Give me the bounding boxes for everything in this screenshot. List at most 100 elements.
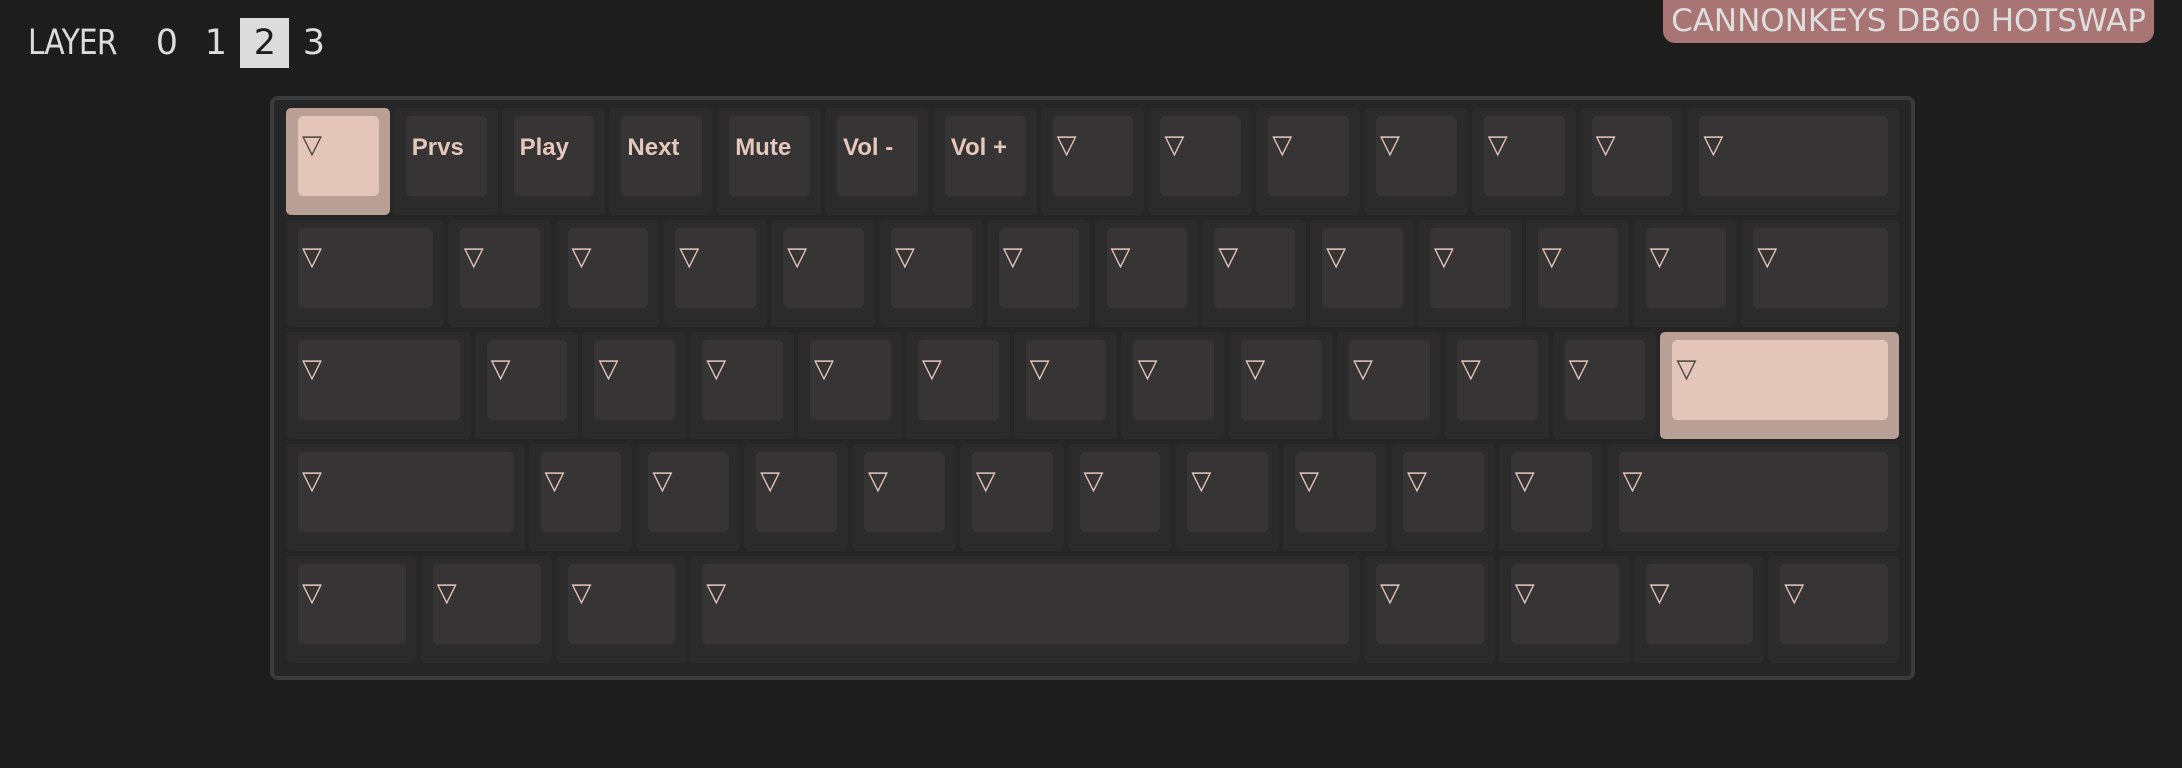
layer-3-button[interactable]: 3 bbox=[289, 18, 338, 68]
layer-1-button[interactable]: 1 bbox=[191, 18, 240, 68]
keycap: ▽ bbox=[298, 452, 514, 532]
key[interactable]: ▽ bbox=[1606, 444, 1899, 551]
key[interactable]: ▽ bbox=[959, 444, 1064, 551]
key[interactable]: ▽ bbox=[1498, 556, 1630, 663]
keycap: ▽ bbox=[1510, 452, 1592, 532]
transparent-key-icon: ▽ bbox=[302, 354, 322, 384]
key[interactable]: ▽ bbox=[582, 332, 687, 439]
keyboard-layout: ▽ Prvs Play Next Mute Vol - Vol + ▽ ▽ ▽ ▽ ▽ ▽ ▽ ▽ ▽ ▽ ▽ ▽ ▽… bbox=[270, 96, 1915, 680]
key[interactable]: Vol + bbox=[932, 108, 1037, 215]
key[interactable]: ▽ bbox=[1687, 108, 1899, 215]
transparent-key-icon: ▽ bbox=[1460, 354, 1481, 384]
keycap: Vol + bbox=[944, 116, 1026, 196]
key[interactable]: ▽ bbox=[1040, 108, 1145, 215]
transparent-key-icon: ▽ bbox=[1083, 466, 1104, 496]
keycap: ▽ bbox=[432, 564, 541, 644]
key[interactable]: ▽ bbox=[447, 220, 552, 327]
key[interactable]: Play bbox=[501, 108, 606, 215]
key[interactable]: ▽ bbox=[690, 556, 1360, 663]
key[interactable]: ▽ bbox=[286, 220, 444, 327]
key-legend: Mute bbox=[735, 134, 792, 161]
key[interactable]: ▽ bbox=[286, 444, 525, 551]
key[interactable]: Mute bbox=[717, 108, 821, 215]
key[interactable]: ▽ bbox=[1741, 220, 1899, 327]
key[interactable]: ▽ bbox=[1175, 444, 1280, 551]
transparent-key-icon: ▽ bbox=[760, 466, 781, 496]
key-legend: Vol + bbox=[950, 134, 1008, 161]
keycap: ▽ bbox=[702, 340, 784, 420]
key[interactable]: Vol - bbox=[825, 108, 929, 215]
key[interactable]: ▽ bbox=[1471, 108, 1576, 215]
keycap: ▽ bbox=[594, 340, 676, 420]
key[interactable]: ▽ bbox=[286, 332, 471, 439]
key[interactable]: ▽ bbox=[1364, 108, 1468, 215]
keycap: ▽ bbox=[783, 228, 864, 308]
key[interactable]: ▽ bbox=[1498, 444, 1603, 551]
keycap: ▽ bbox=[1510, 564, 1619, 644]
key[interactable]: ▽ bbox=[1444, 332, 1549, 439]
keycap: ▽ bbox=[540, 452, 622, 532]
key[interactable]: ▽ bbox=[420, 556, 552, 663]
key[interactable]: ▽ bbox=[1633, 556, 1765, 663]
key[interactable]: ▽ bbox=[1094, 220, 1199, 327]
keycap: ▽ bbox=[1214, 228, 1296, 308]
key[interactable]: ▽ bbox=[1660, 332, 1899, 439]
keycap: ▽ bbox=[1456, 340, 1538, 420]
transparent-key-icon: ▽ bbox=[1272, 130, 1293, 160]
key[interactable]: ▽ bbox=[1013, 332, 1118, 439]
transparent-key-icon: ▽ bbox=[463, 242, 484, 272]
key[interactable]: ▽ bbox=[986, 220, 1091, 327]
key[interactable]: ▽ bbox=[1067, 444, 1172, 551]
key[interactable]: ▽ bbox=[528, 444, 633, 551]
keycap: ▽ bbox=[1106, 228, 1188, 308]
key[interactable]: ▽ bbox=[636, 444, 741, 551]
key[interactable]: ▽ bbox=[286, 556, 417, 663]
key[interactable]: ▽ bbox=[1768, 556, 1899, 663]
key[interactable]: ▽ bbox=[744, 444, 848, 551]
key[interactable]: ▽ bbox=[851, 444, 956, 551]
keycap: ▽ bbox=[1780, 564, 1888, 644]
transparent-key-icon: ▽ bbox=[1433, 242, 1454, 272]
keycap: ▽ bbox=[702, 564, 1349, 644]
key[interactable]: ▽ bbox=[1579, 108, 1684, 215]
layer-label: LAYER bbox=[28, 23, 118, 63]
key[interactable]: ▽ bbox=[555, 556, 687, 663]
keycap: ▽ bbox=[567, 228, 649, 308]
key[interactable]: ▽ bbox=[1202, 220, 1307, 327]
key[interactable]: ▽ bbox=[1364, 556, 1495, 663]
key[interactable]: ▽ bbox=[1283, 444, 1387, 551]
key[interactable]: ▽ bbox=[1525, 220, 1630, 327]
key[interactable]: ▽ bbox=[798, 332, 902, 439]
key[interactable]: ▽ bbox=[1310, 220, 1414, 327]
key[interactable]: ▽ bbox=[771, 220, 875, 327]
transparent-key-icon: ▽ bbox=[1514, 578, 1535, 608]
keycap: ▽ bbox=[1483, 116, 1565, 196]
keycap: ▽ bbox=[756, 452, 837, 532]
key[interactable]: ▽ bbox=[1256, 108, 1360, 215]
key[interactable]: ▽ bbox=[474, 332, 579, 439]
key[interactable]: Next bbox=[609, 108, 714, 215]
key[interactable]: ▽ bbox=[663, 220, 768, 327]
key[interactable]: ▽ bbox=[905, 332, 1010, 439]
key[interactable]: ▽ bbox=[1148, 108, 1253, 215]
transparent-key-icon: ▽ bbox=[1406, 466, 1427, 496]
key[interactable]: ▽ bbox=[555, 220, 660, 327]
key[interactable]: ▽ bbox=[1633, 220, 1738, 327]
key[interactable]: ▽ bbox=[1229, 332, 1334, 439]
key[interactable]: ▽ bbox=[878, 220, 983, 327]
keycap: ▽ bbox=[1591, 116, 1673, 196]
keycap: ▽ bbox=[917, 340, 999, 420]
key[interactable]: ▽ bbox=[1337, 332, 1441, 439]
key[interactable]: ▽ bbox=[1390, 444, 1495, 551]
key[interactable]: ▽ bbox=[1121, 332, 1226, 439]
key[interactable]: ▽ bbox=[1417, 220, 1522, 327]
transparent-key-icon: ▽ bbox=[975, 466, 996, 496]
key[interactable]: ▽ bbox=[690, 332, 795, 439]
layer-2-button[interactable]: 2 bbox=[240, 18, 290, 68]
keycap: ▽ bbox=[1295, 452, 1376, 532]
layer-0-button[interactable]: 0 bbox=[142, 18, 191, 68]
key[interactable]: Prvs bbox=[393, 108, 498, 215]
keycap: ▽ bbox=[675, 228, 757, 308]
key[interactable]: ▽ bbox=[286, 108, 390, 215]
key[interactable]: ▽ bbox=[1552, 332, 1657, 439]
